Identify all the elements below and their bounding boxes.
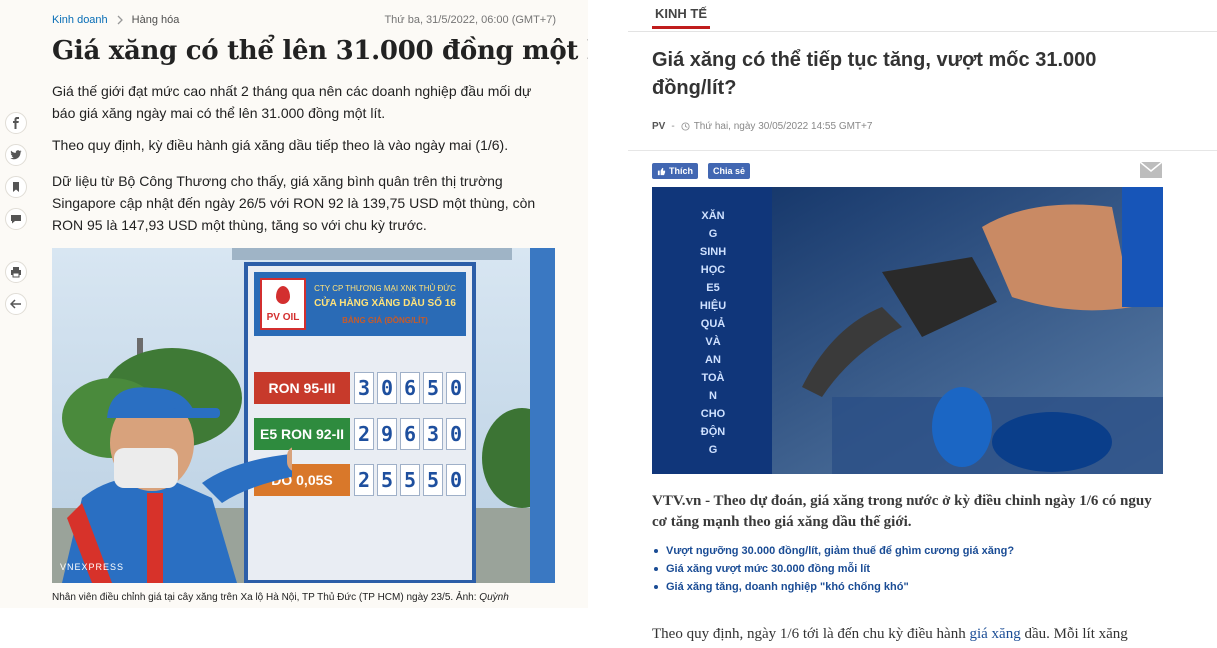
digit: 3 [423,418,443,450]
related-link[interactable]: Vượt ngưỡng 30.000 đồng/lít, giảm thuế đ… [652,542,1167,560]
category-tab[interactable]: KINH TẾ [655,6,707,21]
body-text: dầu. Mỗi lít xăng [1024,626,1128,642]
article-photo[interactable]: PV OIL CTY CP THƯƠNG MẠI XNK THỦ ĐỨC CỬA… [52,248,555,583]
related-link-text[interactable]: Giá xăng vượt mức 30.000 đồng mỗi lít [666,563,870,575]
digit: 0 [446,418,466,450]
divider [628,150,1217,151]
utility-toolbar [4,261,28,325]
vtv-article-panel: KINH TẾ Giá xăng có thể tiếp tục tăng, v… [588,0,1217,648]
pump-text: XĂNG SINH HỌC E5 HIỆU QUẢ VÀ AN TOÀN CHO… [699,210,727,456]
facebook-icon[interactable] [5,112,27,134]
bullet-icon [654,549,658,553]
related-links: Vượt ngưỡng 30.000 đồng/lít, giảm thuế đ… [652,542,1167,596]
price-digits: 3 0 6 5 0 [354,372,466,404]
related-link-text[interactable]: Vượt ngưỡng 30.000 đồng/lít, giảm thuế đ… [666,545,1014,557]
photo-caption: Nhân viên điều chỉnh giá tại cây xăng tr… [52,592,509,603]
clock-icon [681,122,690,131]
article-paragraph: Dữ liệu từ Bộ Công Thương cho thấy, giá … [52,173,536,233]
article-lead: Giá thế giới đạt mức cao nhất 2 tháng qu… [52,83,532,121]
article-paragraph: Theo quy định, kỳ điều hành giá xăng dầu… [52,137,509,153]
breadcrumb: Kinh doanh Hàng hóa [52,14,179,26]
facebook-share-button[interactable]: Chia sẻ [708,163,751,179]
caption-text: Nhân viên điều chỉnh giá tại cây xăng tr… [52,592,477,603]
publish-date: Thứ ba, 31/5/2022, 06:00 (GMT+7) [384,14,556,26]
digit: 0 [446,464,466,496]
article-sapo: VTV.vn - Theo dự đoán, giá xăng trong nư… [652,493,1152,530]
twitter-icon[interactable] [5,144,27,166]
caption-author: Quỳnh [479,592,509,603]
thumbs-up-icon [657,167,666,175]
digit: 5 [377,464,397,496]
bookmark-icon[interactable] [5,176,27,198]
body-link[interactable]: giá xăng [969,626,1020,642]
comment-icon[interactable] [5,208,27,230]
print-icon[interactable] [5,261,27,283]
digit: 6 [400,372,420,404]
share-label: Chia sẻ [713,166,746,176]
meta-separator: - [671,121,675,132]
digit: 0 [377,372,397,404]
bullet-icon [654,585,658,589]
chevron-right-icon [117,15,123,25]
like-label: Thích [669,166,693,176]
photo-background [652,187,1163,474]
article-body: Theo quy định, ngày 1/6 tới là đến chu k… [652,626,1167,643]
related-link[interactable]: Giá xăng tăng, doanh nghiệp "khó chống k… [652,578,1167,596]
category-underline [652,26,710,29]
article-photo[interactable]: XĂNG SINH HỌC E5 HIỆU QUẢ VÀ AN TOÀN CHO… [652,187,1163,474]
related-link-text[interactable]: Giá xăng tăng, doanh nghiệp "khó chống k… [666,581,909,593]
digit: 6 [400,418,420,450]
back-icon[interactable] [5,293,27,315]
digit: 9 [377,418,397,450]
author: PV [652,121,666,132]
price-digits: 2 9 6 3 0 [354,418,466,450]
divider [628,31,1217,32]
digit: 3 [354,372,374,404]
company-name: CTY CP THƯƠNG MẠI XNK THỦ ĐỨC [314,284,456,293]
vnexpress-article-panel: Kinh doanh Hàng hóa Thứ ba, 31/5/2022, 0… [0,0,588,608]
station-name: CỬA HÀNG XĂNG DẦU SỐ 16 [314,298,456,309]
worker-figure [62,387,292,583]
publish-date: Thứ hai, ngày 30/05/2022 14:55 GMT+7 [693,121,873,132]
email-icon[interactable] [1139,160,1163,180]
share-toolbar [4,112,28,240]
digit: 5 [400,464,420,496]
price-label: BẢNG GIÁ (ĐỒNG/LÍT) [342,316,428,325]
article-title: Giá xăng có thể tiếp tục tăng, vượt mốc … [652,49,1097,99]
breadcrumb-subcategory[interactable]: Hàng hóa [132,14,180,26]
related-link[interactable]: Giá xăng vượt mức 30.000 đồng mỗi lít [652,560,1167,578]
digit: 5 [423,464,443,496]
photo-watermark: VNEXPRESS [60,562,125,572]
price-digits: 2 5 5 5 0 [354,464,466,496]
digit: 5 [423,372,443,404]
digit: 0 [446,372,466,404]
breadcrumb-category[interactable]: Kinh doanh [52,14,108,26]
digit: 2 [354,418,374,450]
body-text: Theo quy định, ngày 1/6 tới là đến chu k… [652,626,966,642]
article-meta: PV - Thứ hai, ngày 30/05/2022 14:55 GMT+… [652,121,872,132]
digit: 2 [354,464,374,496]
article-title: Giá xăng có thể lên 31.000 đồng một lít [52,36,588,66]
facebook-like-button[interactable]: Thích [652,163,698,179]
bullet-icon [654,567,658,571]
